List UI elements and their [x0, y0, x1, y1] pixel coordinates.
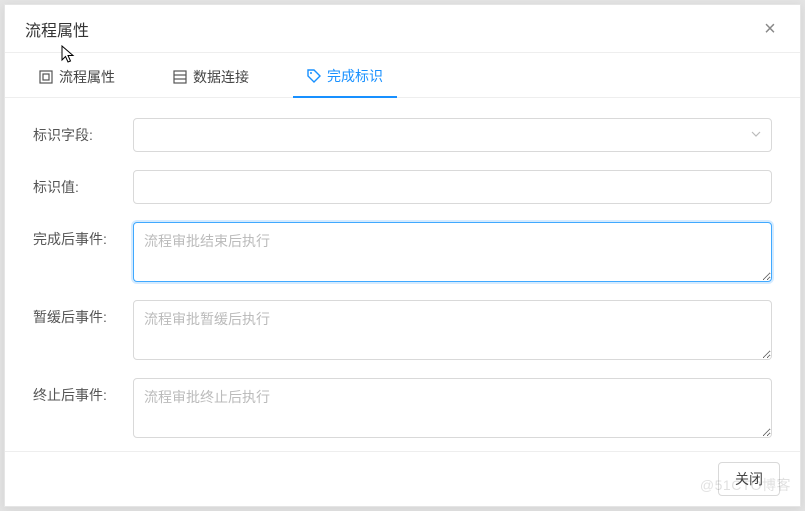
row-flag-value: 标识值: — [33, 170, 772, 204]
tab-bar: 流程属性 数据连接 完成标识 — [5, 53, 800, 98]
row-after-defer: 暂缓后事件: — [33, 300, 772, 360]
process-properties-dialog: 流程属性 × 流程属性 数据连接 完成标识 标识字段: — [4, 4, 801, 507]
row-after-complete: 完成后事件: — [33, 222, 772, 282]
label-after-complete: 完成后事件: — [33, 222, 133, 249]
label-flag-field: 标识字段: — [33, 118, 133, 145]
textarea-after-defer[interactable] — [133, 300, 772, 360]
tag-icon — [307, 69, 321, 83]
textarea-after-complete[interactable] — [133, 222, 772, 282]
select-flag-field[interactable] — [133, 118, 772, 152]
input-flag-value[interactable] — [133, 170, 772, 204]
row-flag-field: 标识字段: — [33, 118, 772, 152]
chevron-down-icon — [751, 128, 761, 142]
dialog-title: 流程属性 — [25, 17, 89, 41]
label-after-terminate: 终止后事件: — [33, 378, 133, 405]
textarea-after-terminate[interactable] — [133, 378, 772, 438]
label-flag-value: 标识值: — [33, 170, 133, 197]
close-icon[interactable]: × — [760, 19, 780, 39]
tab-process-properties[interactable]: 流程属性 — [25, 54, 129, 98]
tab-completion-flag[interactable]: 完成标识 — [293, 54, 397, 98]
tab-label: 完成标识 — [327, 66, 383, 86]
dialog-footer: 关闭 — [5, 451, 800, 506]
data-connection-icon — [173, 70, 187, 84]
label-after-defer: 暂缓后事件: — [33, 300, 133, 327]
close-button[interactable]: 关闭 — [718, 462, 780, 496]
properties-icon — [39, 70, 53, 84]
row-after-terminate: 终止后事件: — [33, 378, 772, 438]
dialog-header: 流程属性 × — [5, 5, 800, 53]
tab-label: 流程属性 — [59, 67, 115, 87]
tab-label: 数据连接 — [193, 67, 249, 87]
form-body: 标识字段: 标识值: 完成后事件: 暂缓后事件: 终止后事件: — [5, 98, 800, 451]
tab-data-connection[interactable]: 数据连接 — [159, 54, 263, 98]
